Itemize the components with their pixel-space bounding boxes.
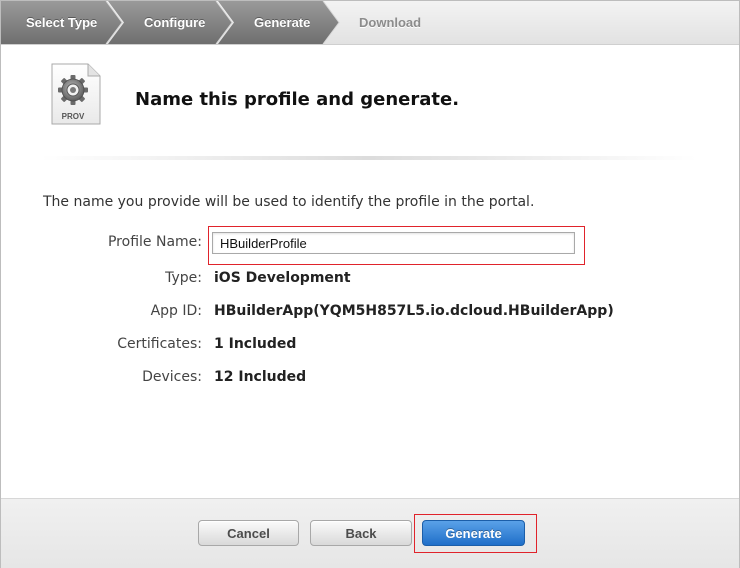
certificates-row: Certificates: 1 Included	[1, 336, 739, 356]
step-generate-label: Generate	[254, 15, 311, 30]
step-generate[interactable]: Generate	[254, 1, 324, 44]
back-button[interactable]: Back	[310, 520, 412, 546]
app-id-row: App ID: HBuilderApp(YQM5H857L5.io.dcloud…	[1, 303, 739, 323]
type-label: Type:	[165, 270, 202, 286]
page-title: Name this profile and generate.	[135, 89, 460, 110]
type-row: Type: iOS Development	[1, 270, 739, 290]
provisioning-wizard: Select Type Configure Generate Download	[0, 0, 740, 568]
generate-button[interactable]: Generate	[422, 520, 525, 546]
header-divider	[41, 156, 697, 160]
step-download-label: Download	[359, 15, 422, 30]
step-download: Download	[359, 1, 439, 44]
profile-name-label: Profile Name:	[107, 234, 202, 250]
provisioning-profile-icon: PROV	[51, 63, 101, 125]
devices-label: Devices:	[142, 369, 202, 385]
wizard-steps: Select Type Configure Generate Download	[1, 1, 739, 45]
prov-icon-label: PROV	[62, 112, 85, 121]
step-configure-label: Configure	[144, 15, 206, 30]
step-select-type-label: Select Type	[26, 15, 98, 30]
certificates-value: 1 Included	[214, 336, 297, 352]
profile-name-input[interactable]	[212, 232, 575, 254]
devices-row: Devices: 12 Included	[1, 369, 739, 389]
intro-text: The name you provide will be used to ide…	[43, 194, 535, 210]
app-id-label: App ID:	[150, 303, 202, 319]
step-select-type[interactable]: Select Type	[26, 1, 116, 44]
type-value: iOS Development	[214, 270, 351, 286]
devices-value: 12 Included	[214, 369, 307, 385]
step-configure[interactable]: Configure	[144, 1, 224, 44]
app-id-value: HBuilderApp(YQM5H857L5.io.dcloud.HBuilde…	[214, 303, 614, 319]
cancel-button[interactable]: Cancel	[198, 520, 299, 546]
certificates-label: Certificates:	[117, 336, 202, 352]
